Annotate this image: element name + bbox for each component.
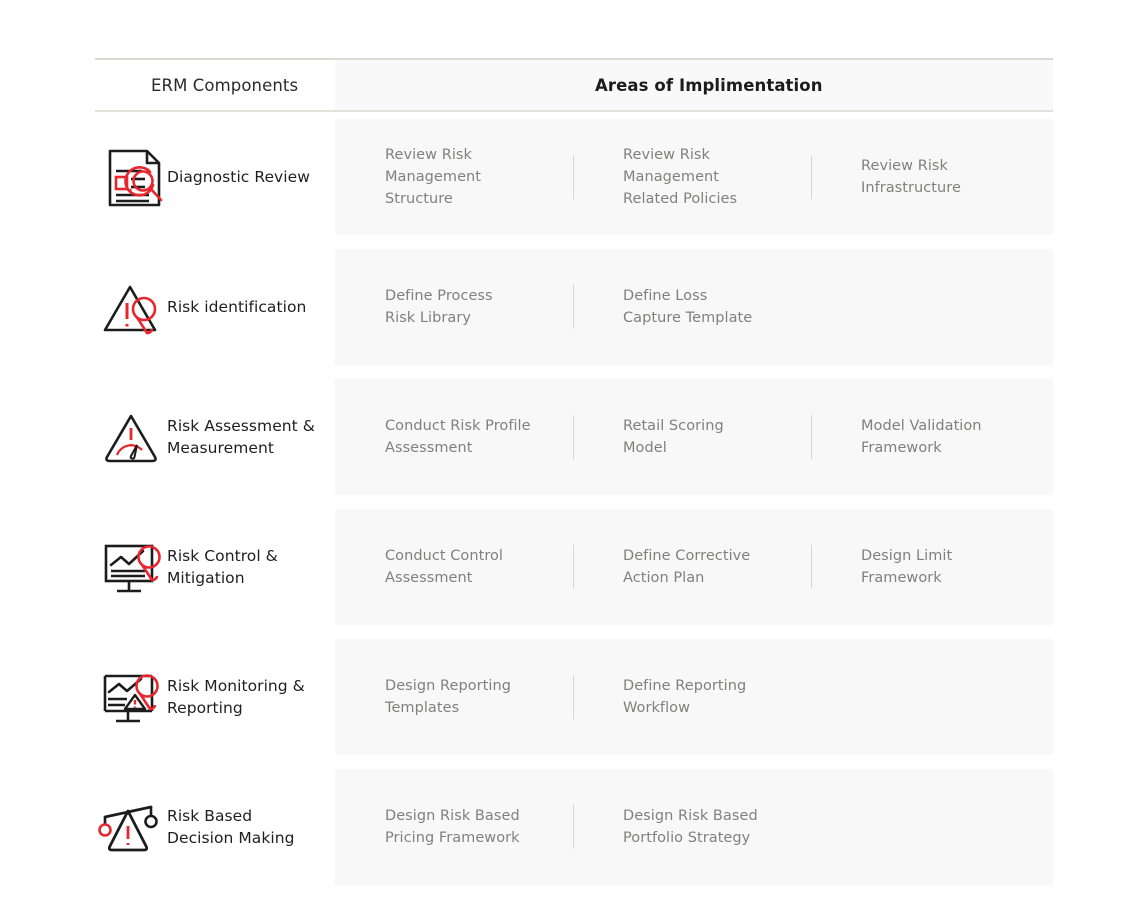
table-row: Risk Based Decision Making Design Risk B… (95, 762, 1053, 892)
component-cell: Risk Based Decision Making (95, 762, 335, 892)
area-item: Review Risk Infrastructure (811, 155, 1049, 199)
component-cell: Risk identification (95, 242, 335, 372)
area-item: Design Reporting Templates (335, 675, 573, 719)
document-magnifier-icon (97, 139, 173, 215)
area-item: Define Corrective Action Plan (573, 545, 811, 589)
area-item: Review Risk Management Related Policies (573, 144, 811, 210)
column-header-areas-of-implementation: Areas of Implimentation (595, 60, 823, 110)
component-label: Risk Control & Mitigation (167, 545, 278, 589)
area-item: Model Validation Framework (811, 415, 1049, 459)
erm-implementation-table: ERM Components Areas of Implimentation (95, 58, 1053, 892)
areas-list: Conduct Risk Profile Assessment Retail S… (335, 372, 1053, 502)
area-item: Define Reporting Workflow (573, 675, 811, 719)
monitor-chart-magnifier-icon (97, 529, 173, 605)
areas-list: Design Risk Based Pricing Framework Desi… (335, 762, 1053, 892)
area-item: Design Risk Based Portfolio Strategy (573, 805, 811, 849)
component-cell: Risk Assessment & Measurement (95, 372, 335, 502)
column-header-erm-components: ERM Components (151, 60, 298, 110)
table-row: Risk Monitoring & Reporting Design Repor… (95, 632, 1053, 762)
area-item: Retail Scoring Model (573, 415, 811, 459)
table-row: Risk identification Define Process Risk … (95, 242, 1053, 372)
monitor-chart-warning-magnifier-icon (97, 659, 173, 735)
table-header-row: ERM Components Areas of Implimentation (95, 58, 1053, 112)
area-item: Design Limit Framework (811, 545, 1049, 589)
warning-triangle-gauge-icon (97, 399, 173, 475)
component-label: Risk Assessment & Measurement (167, 415, 315, 459)
component-label: Risk Monitoring & Reporting (167, 675, 305, 719)
area-item: Define Process Risk Library (335, 285, 573, 329)
areas-list: Conduct Control Assessment Define Correc… (335, 502, 1053, 632)
area-item: Conduct Risk Profile Assessment (335, 415, 573, 459)
component-label: Risk identification (167, 296, 306, 318)
component-cell: Diagnostic Review (95, 112, 335, 242)
table-row: Risk Control & Mitigation Conduct Contro… (95, 502, 1053, 632)
table-row: Diagnostic Review Review Risk Management… (95, 112, 1053, 242)
table-row: Risk Assessment & Measurement Conduct Ri… (95, 372, 1053, 502)
area-item: Design Risk Based Pricing Framework (335, 805, 573, 849)
component-cell: Risk Monitoring & Reporting (95, 632, 335, 762)
area-item: Review Risk Management Structure (335, 144, 573, 210)
areas-list: Review Risk Management Structure Review … (335, 112, 1053, 242)
component-cell: Risk Control & Mitigation (95, 502, 335, 632)
areas-list: Design Reporting Templates Define Report… (335, 632, 1053, 762)
area-item: Conduct Control Assessment (335, 545, 573, 589)
area-item: Define Loss Capture Template (573, 285, 811, 329)
balance-scale-warning-icon (97, 789, 173, 865)
component-label: Diagnostic Review (167, 166, 310, 188)
component-label: Risk Based Decision Making (167, 805, 294, 849)
warning-triangle-magnifier-icon (97, 269, 173, 345)
areas-list: Define Process Risk Library Define Loss … (335, 242, 1053, 372)
